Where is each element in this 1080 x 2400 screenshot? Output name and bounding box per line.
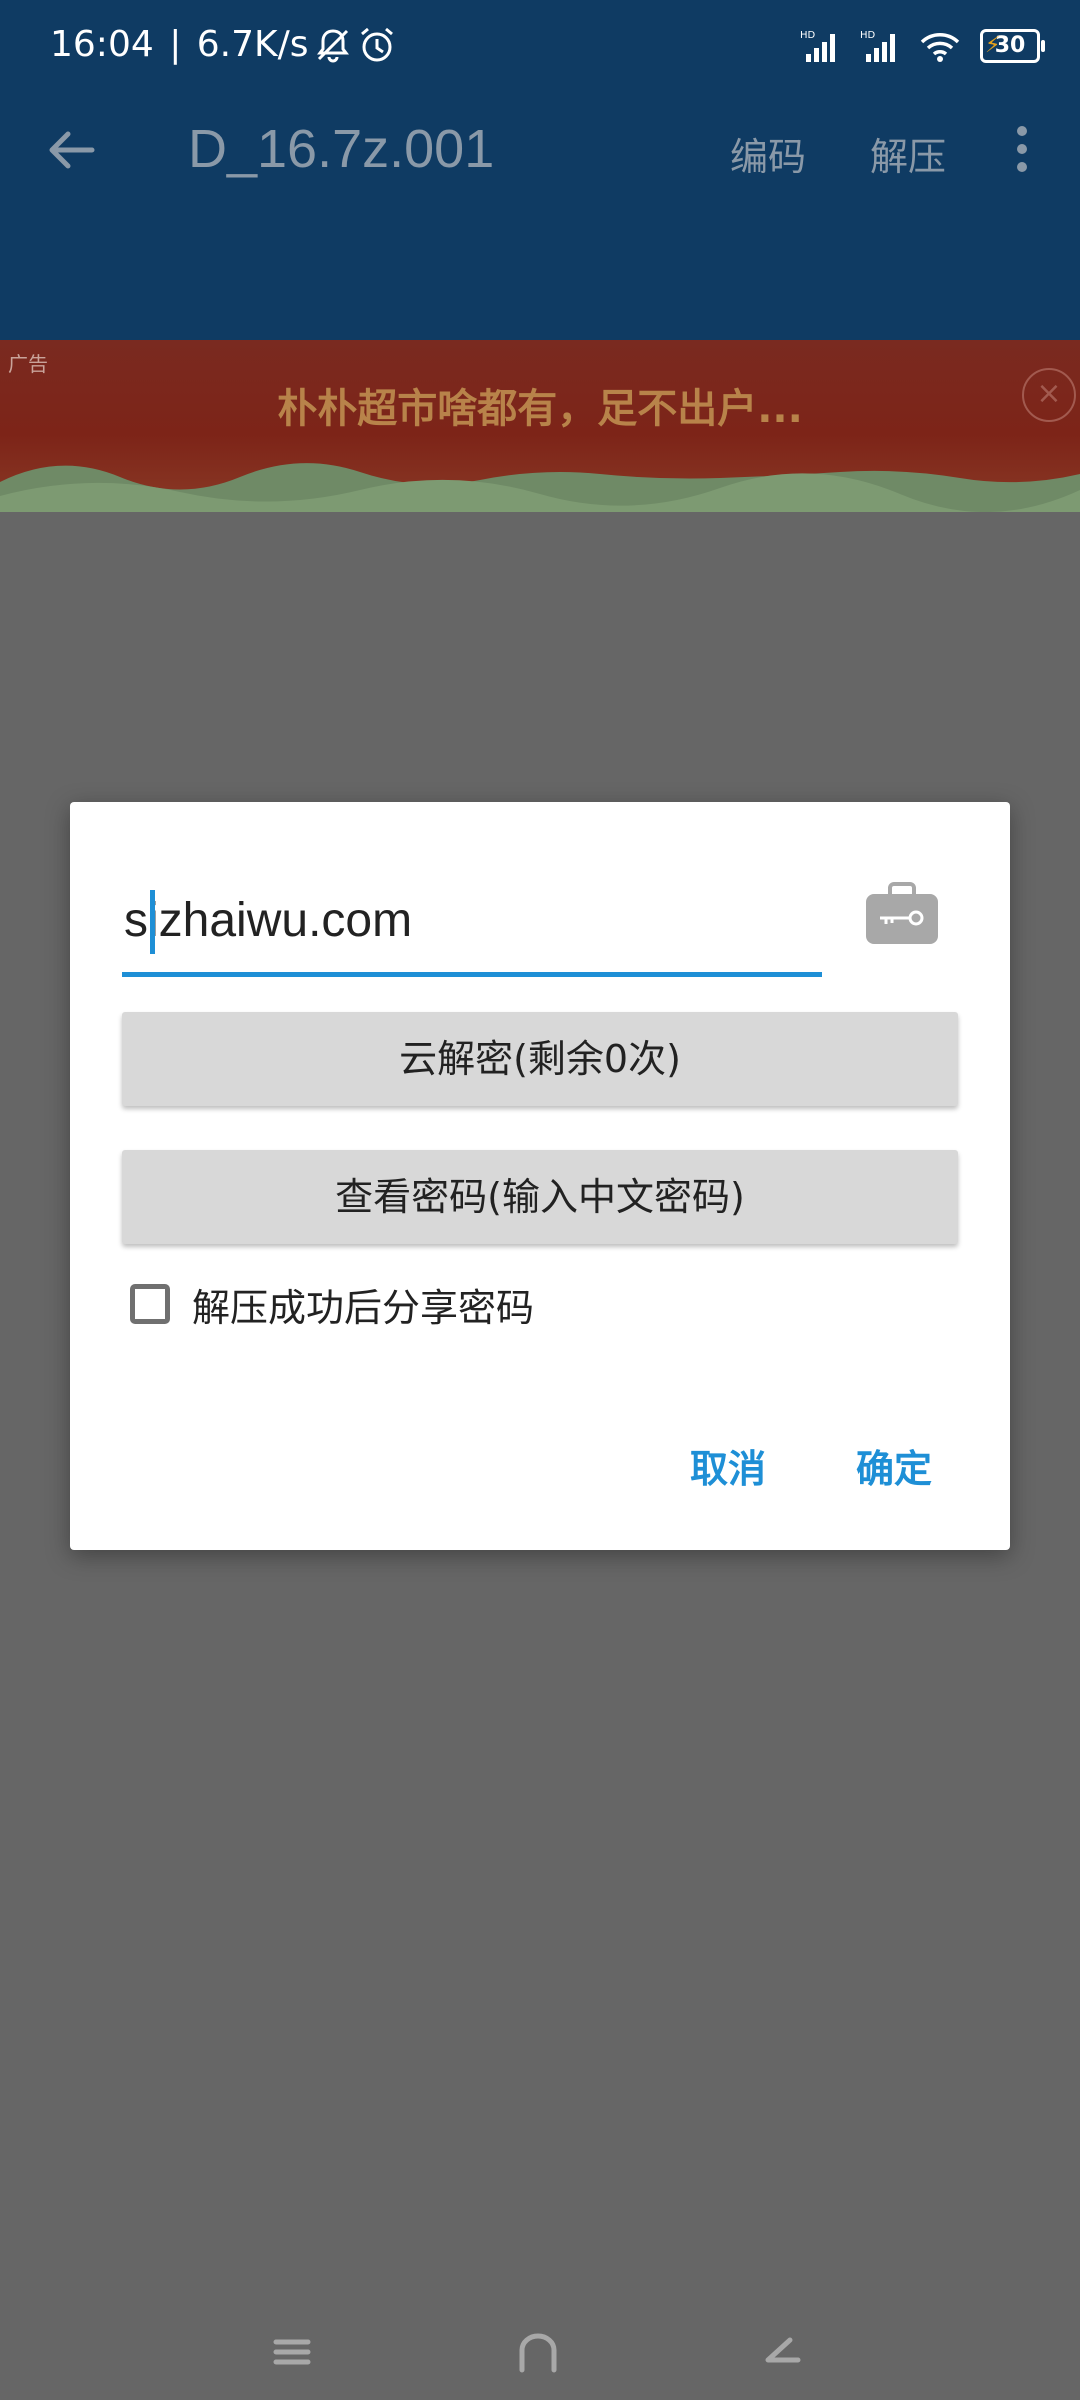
battery-icon: ⚡ 30 (980, 29, 1045, 63)
nav-back-icon[interactable] (750, 2330, 810, 2374)
more-options-icon[interactable] (1008, 122, 1036, 178)
ad-decoration (0, 463, 1080, 512)
ad-close-icon[interactable]: × (1022, 368, 1076, 422)
share-password-label: 解压成功后分享密码 (192, 1285, 535, 1330)
bell-off-icon (316, 28, 349, 62)
page-title: D_16.7z.001 (188, 119, 495, 179)
password-input[interactable] (122, 874, 806, 966)
cloud-decrypt-button[interactable]: 云解密(剩余0次) (122, 1012, 958, 1106)
ok-button[interactable]: 确定 (856, 1438, 932, 1493)
ad-banner[interactable]: 广告 朴朴超市啥都有，足不出户... × (0, 340, 1080, 512)
encode-button[interactable]: 编码 (730, 126, 806, 181)
svg-text:HD: HD (860, 30, 876, 41)
home-icon[interactable] (508, 2330, 568, 2374)
status-time: 16:04 (50, 24, 154, 65)
cancel-button[interactable]: 取消 (690, 1438, 766, 1493)
ad-label: 广告 (8, 352, 48, 376)
recent-apps-icon[interactable] (262, 2330, 322, 2374)
alarm-icon (360, 27, 393, 61)
password-dialog: 云解密(剩余0次) 查看密码(输入中文密码) 解压成功后分享密码 取消 确定 (70, 802, 1010, 1550)
app-bar: 16:04 | 6.7K/s HD HD ⚡ 30 D_16.7z.001 编码… (0, 0, 1080, 340)
password-field (122, 874, 822, 977)
text-cursor (150, 890, 155, 954)
wifi-icon (920, 33, 960, 62)
system-nav-bar (0, 2300, 1080, 2400)
password-keybox-icon[interactable] (864, 882, 940, 946)
share-password-option[interactable]: 解压成功后分享密码 (130, 1278, 534, 1330)
toolbar: D_16.7z.001 编码 解压 (0, 100, 1080, 200)
hd-signal-icon: HD (860, 30, 895, 62)
back-arrow-icon[interactable] (44, 122, 100, 178)
status-separator: | (157, 24, 193, 65)
extract-button[interactable]: 解压 (870, 126, 946, 181)
network-speed: 6.7K/s (196, 24, 309, 65)
status-bar: 16:04 | 6.7K/s HD HD ⚡ 30 (0, 0, 1080, 100)
hd-signal-icon: HD (800, 30, 835, 62)
ad-text: 朴朴超市啥都有，足不出户... (277, 386, 803, 432)
svg-text:HD: HD (800, 30, 816, 41)
charging-bolt-icon: ⚡ (985, 33, 1001, 58)
share-password-checkbox[interactable] (130, 1284, 170, 1324)
view-password-button[interactable]: 查看密码(输入中文密码) (122, 1150, 958, 1244)
